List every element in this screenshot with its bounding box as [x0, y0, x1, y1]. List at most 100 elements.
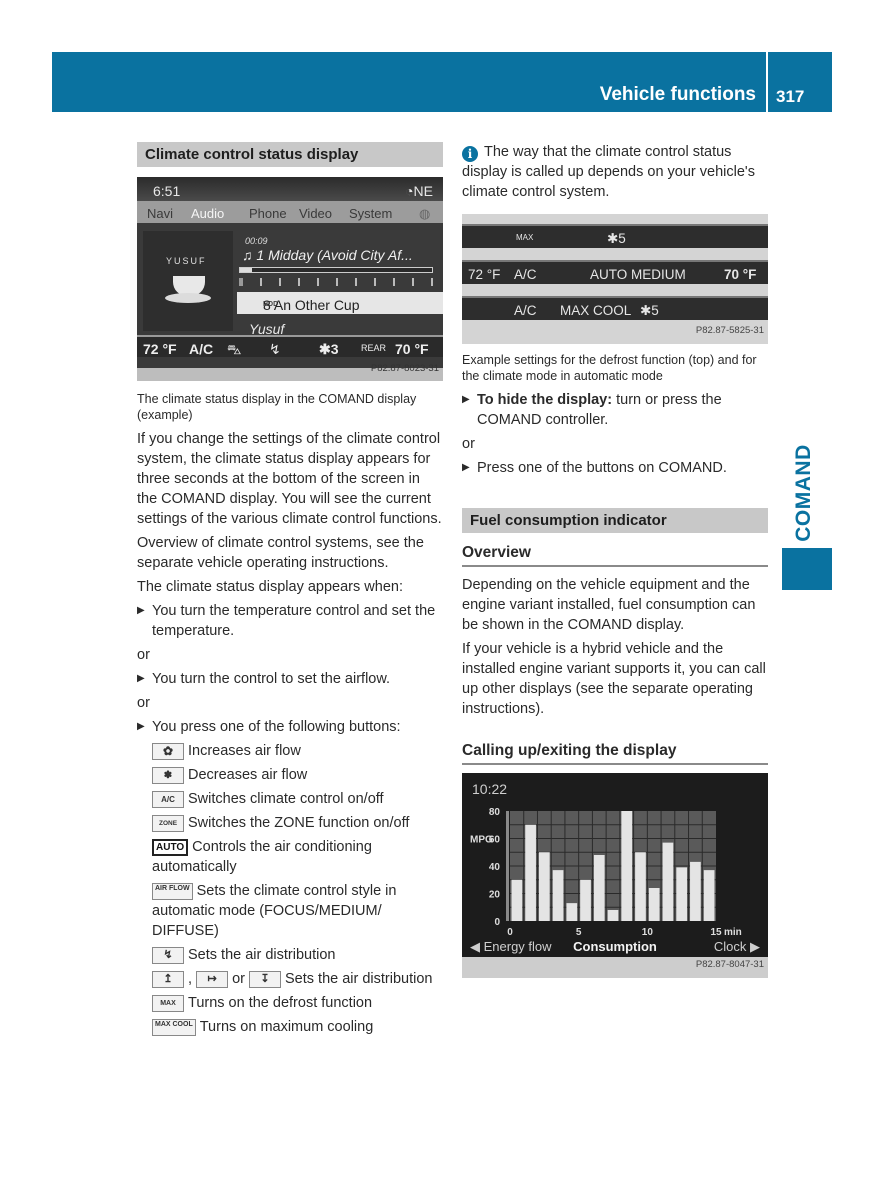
fuel-consumption-screenshot: 10:22 0 20 40 60 80 0 5 10 15 MPG min ◀ Energy flow… [462, 773, 768, 978]
paragraph: The climate status display appears when: [137, 579, 403, 595]
comand-screenshot-audio: 6:51 ◔NE Navi Audio Phone Video System ◍… [137, 177, 443, 381]
max-cool-status-bar: A/C MAX COOL ✱5 [462, 296, 768, 320]
bold-lead: To hide the display: [477, 392, 613, 408]
air-distribution-icon: ↯ [269, 341, 281, 357]
auto-button-icon: AUTO [152, 838, 189, 856]
page-number: 317 [776, 87, 805, 106]
section-title: Climate control status display [137, 142, 443, 167]
bullet-item: To hide the display: turn or press the C… [462, 390, 768, 430]
tab-video[interactable]: Video [299, 204, 332, 224]
saucer-icon [165, 293, 211, 303]
x-tick-label: 10 [642, 927, 654, 938]
subsection-title: Calling up/exiting the display [462, 741, 768, 765]
image-code: P82.87-8047-31 [695, 959, 764, 970]
paragraph: If you change the settings of the climat… [137, 431, 442, 527]
album-art: YUSUF [143, 231, 233, 331]
left-temp: 72 °F [468, 267, 501, 282]
progress-fill [240, 268, 252, 272]
defrost-max-icon: MAX [152, 994, 184, 1012]
left-temp: 72 °F [143, 341, 177, 357]
button-item: ↯ Sets the air distribution [152, 945, 443, 965]
image-code: P82.87-5825-31 [695, 325, 764, 336]
nav-clock[interactable]: Clock ▶ [714, 939, 760, 954]
bullet-item: Press one of the buttons on COMAND. [462, 458, 768, 478]
button-item: ✿ Increases air flow [152, 741, 443, 761]
current-track: ♫ 1 Midday (Avoid City Af... [242, 247, 413, 263]
chart-bar [648, 888, 660, 921]
separator-text: , [188, 971, 193, 987]
chart-bar [703, 870, 715, 921]
y-axis-label: MPG [470, 835, 493, 846]
rear-defrost-icon: REAR [361, 343, 387, 353]
button-item: MAX Turns on the defrost function [152, 993, 443, 1013]
fan-level: ✱5 [640, 303, 659, 318]
paragraph: Depending on the vehicle equipment and t… [462, 577, 756, 633]
fan-increase-icon: ✿ [152, 742, 184, 760]
chart-bar [635, 852, 646, 921]
tab-audio[interactable]: Audio [191, 204, 224, 224]
consumption-chart: 0204060800 5 10 15MPGmin◀ Energy flow Consum… [470, 807, 760, 954]
chart-bar [593, 855, 605, 921]
figure-caption: Example settings for the defrost functio… [462, 353, 757, 383]
bullet-item: You turn the control to set the airflow. [137, 669, 443, 689]
climate-mode: MAX COOL [560, 303, 632, 318]
or-text: or [462, 436, 475, 452]
chart-bar [621, 811, 633, 921]
airflow-button-icon: AIR FLOW [152, 882, 193, 900]
button-description: Increases air flow [188, 743, 301, 759]
tab-system[interactable]: System [349, 204, 392, 224]
subsection-title: Overview [462, 543, 768, 567]
air-distribution-center-icon: ↦ [196, 970, 229, 988]
chart-bar [525, 824, 536, 921]
fan-level: ✱3 [319, 341, 339, 357]
chart-bar [690, 861, 701, 921]
x-axis-label: min [724, 927, 742, 938]
climate-status-bar: 72 °F A/C ⛍ ↯ ✱3 REAR 70 °F [137, 335, 443, 357]
selected-track: 8 An Other Cup [263, 297, 360, 313]
info-icon: i [462, 146, 478, 162]
button-description: Decreases air flow [188, 767, 308, 783]
button-item: A/C Switches climate control on/off [152, 789, 443, 809]
button-item: AIR FLOW Sets the climate control style i… [152, 881, 443, 941]
consumption-screen: 10:22 0 20 40 60 80 0 5 10 15 MPG min ◀ Energy flow… [462, 773, 768, 957]
chart-bar [511, 879, 523, 921]
status-bar: 6:51 ◔NE [137, 177, 443, 201]
air-distribution-icon: ↯ [152, 946, 184, 964]
y-tick-label: 0 [494, 917, 500, 928]
figure-caption: The climate status display in the COMAND… [137, 392, 417, 422]
button-item: ✽ Decreases air flow [152, 765, 443, 785]
chart-bar [662, 842, 674, 921]
clock: 6:51 [153, 183, 181, 199]
tab-phone[interactable]: Phone [249, 204, 287, 224]
x-tick-label: 0 [507, 927, 513, 938]
chapter-title: Vehicle functions [599, 84, 756, 105]
album-artist-logo: YUSUF [166, 256, 207, 266]
tab-navi[interactable]: Navi [147, 204, 173, 224]
right-column: i The way that the climate control status… [462, 142, 768, 978]
side-tab-marker [782, 548, 832, 590]
main-nav: Navi Audio Phone Video System ◍ [137, 201, 443, 223]
button-description: Turns on the defrost function [188, 995, 373, 1011]
climate-status-examples: MAX ✱5 72 °F A/C AUTO MEDIUM 70 °F A/C M… [462, 214, 768, 344]
selected-track-row[interactable]: HDD 8 An Other Cup [237, 292, 443, 314]
ac-button-icon: A/C [152, 790, 184, 808]
button-item: AUTO Controls the air conditioning automa… [152, 837, 443, 877]
button-description: Turns on maximum cooling [199, 1019, 374, 1035]
air-distribution-up-icon: ↥ [152, 970, 184, 988]
nav-consumption[interactable]: Consumption [573, 939, 657, 954]
button-item: MAX COOL Turns on maximum cooling [152, 1017, 443, 1037]
ac-status: A/C [189, 341, 214, 357]
nav-energy-flow[interactable]: ◀ Energy flow [470, 939, 552, 954]
paragraph: Overview of climate control systems, see… [137, 535, 424, 571]
button-item: ↥, ↦ or ↧ Sets the air distribution [152, 969, 443, 989]
button-description: Sets the air distribution [285, 971, 433, 987]
globe-icon[interactable]: ◍ [419, 204, 430, 224]
y-axis-line [506, 811, 509, 921]
progress-bar[interactable] [239, 267, 433, 273]
button-description: Switches climate control on/off [188, 791, 384, 807]
or-text: or [137, 695, 150, 711]
max-cool-icon: MAX COOL [152, 1018, 196, 1036]
ac-status: A/C [514, 303, 537, 318]
bullet-item: You turn the temperature control and set… [137, 601, 443, 641]
side-tab: COMAND [774, 438, 834, 548]
